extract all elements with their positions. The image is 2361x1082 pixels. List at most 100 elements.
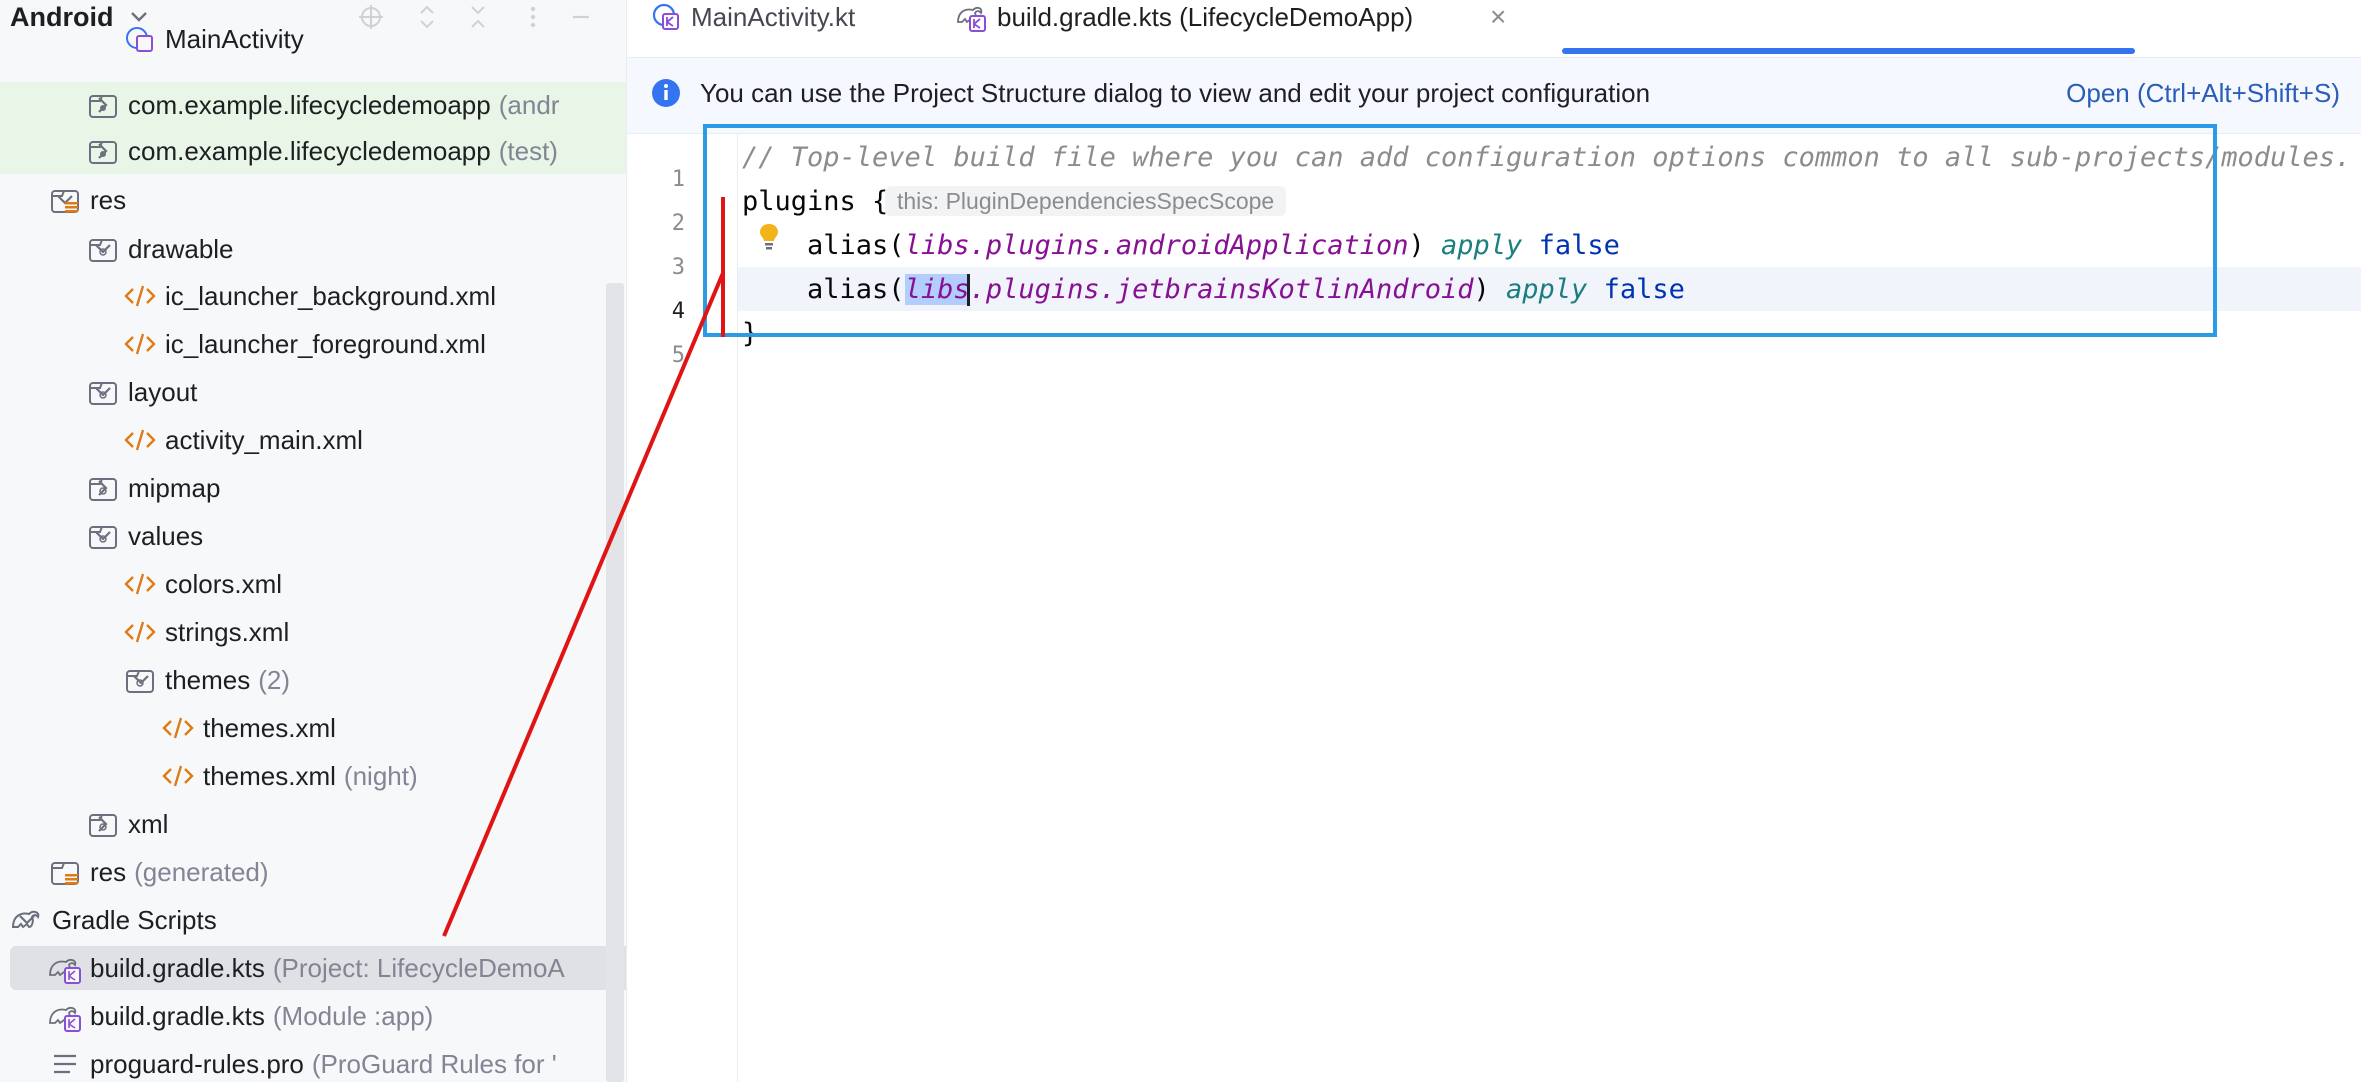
- close-tab-icon[interactable]: ×: [1490, 0, 1506, 34]
- tree-item[interactable]: mipmap: [0, 465, 626, 511]
- banner-message: You can use the Project Structure dialog…: [700, 78, 1651, 108]
- package-icon: [86, 128, 120, 174]
- xml-file-icon: [123, 609, 157, 655]
- tree-item-label: strings.xml: [165, 617, 290, 647]
- folder-icon: [86, 226, 120, 272]
- tree-item[interactable]: strings.xml: [0, 609, 626, 655]
- tree-item-label: com.example.lifecycledemoapp: [128, 136, 491, 166]
- tree-item-text: com.example.lifecycledemoapp (test): [128, 128, 558, 174]
- tree-item[interactable]: ic_launcher_foreground.xml: [0, 321, 626, 367]
- line-number: 5: [671, 343, 685, 368]
- tree-item-label: activity_main.xml: [165, 425, 363, 455]
- tree-item-label: mipmap: [128, 473, 221, 503]
- tree-item-label: build.gradle.kts: [90, 1001, 265, 1031]
- tree-item[interactable]: ic_launcher_background.xml: [0, 273, 626, 319]
- tree-item-label: layout: [128, 377, 198, 407]
- kotlin-activity-icon: [123, 16, 157, 62]
- tree-item-text: activity_main.xml: [165, 417, 371, 463]
- tree-item[interactable]: Gradle Scripts: [0, 897, 626, 943]
- tree-item[interactable]: com.example.lifecycledemoapp (andr: [0, 82, 626, 128]
- tree-item-detail: (Module :app): [272, 1001, 434, 1031]
- project-structure-banner: You can use the Project Structure dialog…: [627, 58, 2361, 134]
- line-number: 4: [671, 299, 685, 324]
- tree-item-detail: (Project: LifecycleDemoA: [272, 953, 565, 983]
- tree-item[interactable]: colors.xml: [0, 561, 626, 607]
- tree-item[interactable]: values: [0, 513, 626, 559]
- line-number: 1: [671, 167, 685, 192]
- tree-item-text: strings.xml: [165, 609, 297, 655]
- tree-item[interactable]: build.gradle.kts (Module :app): [0, 993, 626, 1039]
- folder-icon: [86, 369, 120, 415]
- tree-item-text: themes.xml: [203, 705, 344, 751]
- active-tab-indicator: [1562, 48, 2135, 54]
- tree-item-text: ic_launcher_background.xml: [165, 273, 504, 319]
- tree-item-text: colors.xml: [165, 561, 290, 607]
- tree-item-label: com.example.lifecycledemoapp: [128, 90, 491, 120]
- tree-item-label: res: [90, 185, 127, 215]
- tree-item-text: proguard-rules.pro (ProGuard Rules for ': [90, 1041, 557, 1082]
- tree-item-text: drawable: [128, 226, 242, 272]
- tree-item-text: com.example.lifecycledemoapp (andr: [128, 82, 559, 128]
- tree-item-label: proguard-rules.pro: [90, 1049, 304, 1079]
- tree-item[interactable]: themes.xml: [0, 705, 626, 751]
- tree-item-text: values: [128, 513, 211, 559]
- tree-item-text: MainActivity: [165, 16, 312, 62]
- project-tool-window: Android MainActivity com.example.lifecycl…: [0, 0, 626, 1082]
- tree-item-detail: (night): [343, 761, 418, 791]
- tree-item-text: ic_launcher_foreground.xml: [165, 321, 494, 367]
- tree-item[interactable]: res (generated): [0, 849, 626, 895]
- tree-item-label: ic_launcher_background.xml: [165, 281, 496, 311]
- tree-item[interactable]: build.gradle.kts (Project: LifecycleDemoA: [0, 945, 626, 991]
- tree-item-text: res (generated): [90, 849, 269, 895]
- folder-icon: [86, 801, 120, 847]
- tree-item[interactable]: MainActivity: [0, 16, 626, 62]
- text-file-icon: [48, 1041, 82, 1082]
- tree-item[interactable]: themes (2): [0, 657, 626, 703]
- tree-item[interactable]: activity_main.xml: [0, 417, 626, 463]
- tree-item[interactable]: xml: [0, 801, 626, 847]
- tree-item-text: xml: [128, 801, 176, 847]
- tree-item-text: mipmap: [128, 465, 228, 511]
- tree-item-label: build.gradle.kts: [90, 953, 265, 983]
- xml-file-icon: [161, 705, 195, 751]
- tree-item-label: res: [90, 857, 127, 887]
- tree-item-label: xml: [128, 809, 169, 839]
- info-icon: [652, 79, 680, 107]
- tree-item[interactable]: layout: [0, 369, 626, 415]
- tree-item-label: themes.xml: [203, 761, 336, 791]
- kotlin-activity-icon: [652, 3, 679, 30]
- tree-item-label: colors.xml: [165, 569, 283, 599]
- annotation-highlight-box: [703, 124, 2217, 337]
- tree-item-label: themes: [165, 665, 251, 695]
- xml-file-icon: [161, 753, 195, 799]
- tree-item-detail: (generated): [134, 857, 269, 887]
- resource-folder-icon: [48, 177, 82, 223]
- tree-item-text: res: [90, 177, 134, 223]
- tree-item-label: MainActivity: [165, 24, 304, 54]
- tree-item[interactable]: drawable: [0, 226, 626, 272]
- tree-item-detail: (test): [498, 136, 558, 166]
- tree-item-text: themes (2): [165, 657, 290, 703]
- gradle-icon: [10, 897, 44, 943]
- tree-item-label: ic_launcher_foreground.xml: [165, 329, 486, 359]
- gradle-kts-icon: [48, 945, 82, 991]
- line-number: 2: [671, 211, 685, 236]
- tab-label: build.gradle.kts (LifecycleDemoApp): [997, 2, 1414, 32]
- tree-item[interactable]: com.example.lifecycledemoapp (test): [0, 128, 626, 174]
- tree-item[interactable]: proguard-rules.pro (ProGuard Rules for ': [0, 1041, 626, 1082]
- tree-item[interactable]: res: [0, 177, 626, 223]
- xml-file-icon: [123, 321, 157, 367]
- editor-tab-bar: MainActivity.kt build.gradle.kts (Lifecy…: [627, 0, 2361, 58]
- package-icon: [86, 82, 120, 128]
- gradle-kts-icon: [957, 6, 986, 32]
- tree-item-text: build.gradle.kts (Project: LifecycleDemoA: [90, 945, 565, 991]
- xml-file-icon: [123, 273, 157, 319]
- tree-scrollbar[interactable]: [606, 283, 624, 1082]
- tree-item-text: build.gradle.kts (Module :app): [90, 993, 433, 1039]
- tree-item-label: drawable: [128, 234, 234, 264]
- open-project-structure-link[interactable]: Open (Ctrl+Alt+Shift+S): [2066, 76, 2340, 110]
- tree-item-detail: (2): [258, 665, 291, 695]
- tree-item-label: values: [128, 521, 204, 551]
- tree-item[interactable]: themes.xml (night): [0, 753, 626, 799]
- folder-icon: [86, 513, 120, 559]
